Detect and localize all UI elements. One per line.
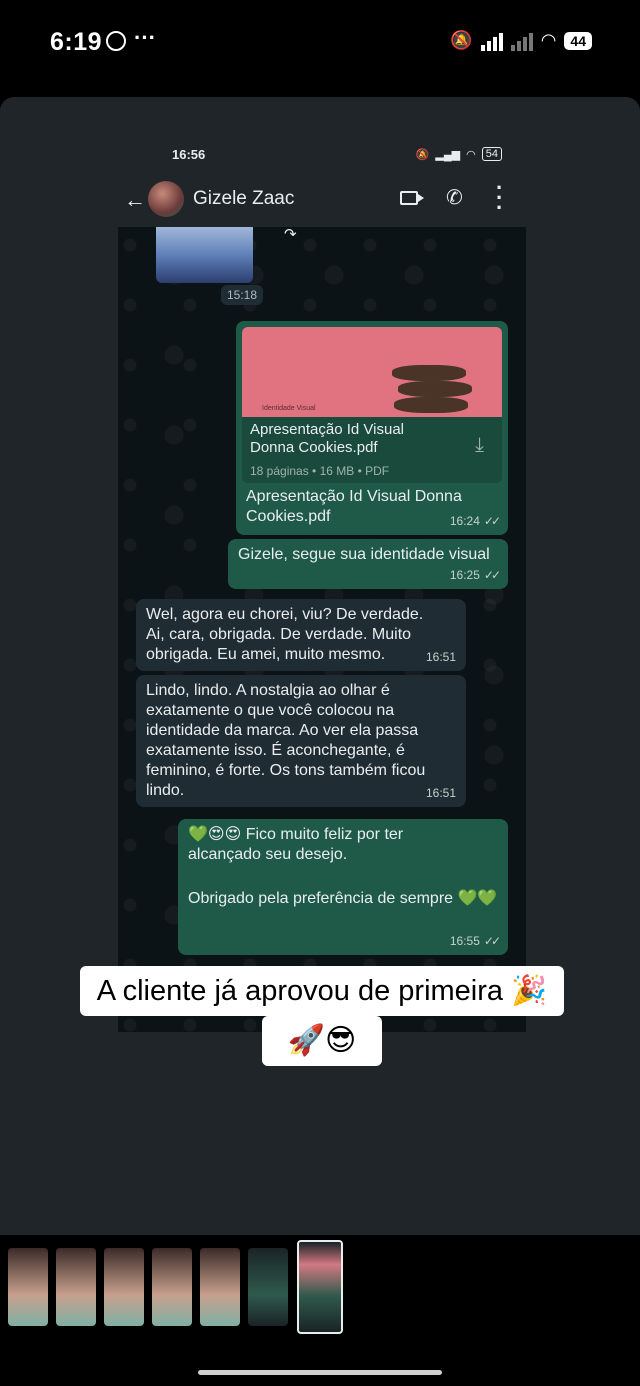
- message-time: 16:51: [425, 786, 456, 800]
- story-caption-line2: 🚀😎: [287, 1024, 357, 1057]
- inner-status-icons: 🔕 ▂▄▆ ◠ 54: [416, 147, 502, 161]
- double-check-icon: ✓✓: [483, 568, 501, 582]
- story-thumbnails: [0, 1240, 640, 1340]
- status-icons: 🔕 ◠ 44: [450, 30, 592, 51]
- home-indicator[interactable]: [198, 1370, 442, 1375]
- double-check-icon: ✓✓: [483, 514, 501, 528]
- story-caption[interactable]: A cliente já aprovou de primeira 🎉: [80, 966, 564, 1016]
- document-preview[interactable]: Identidade Visual: [242, 327, 502, 417]
- more-notifications-icon: ···: [134, 25, 156, 50]
- back-arrow-icon[interactable]: ←: [124, 187, 146, 213]
- status-time: 6:19: [50, 28, 103, 56]
- document-card[interactable]: Apresentação Id Visual Donna Cookies.pdf…: [242, 417, 502, 483]
- double-check-icon: ✓✓: [483, 934, 501, 948]
- inner-battery-icon: 54: [481, 147, 502, 161]
- image-message-time: 15:18: [221, 285, 264, 305]
- message-text: Wel, agora eu chorei, viu? De verdade. A…: [146, 606, 424, 663]
- forward-icon[interactable]: ↷: [284, 227, 297, 243]
- inner-wifi-icon: ◠: [466, 148, 476, 161]
- inner-screenshot-header: 16:56 🔕 ▂▄▆ ◠ 54 ← Gizele Zaac ✆ · · ·: [118, 137, 528, 227]
- message-time: 16:24 ✓✓: [450, 511, 501, 531]
- mute-icon: 🔕: [450, 30, 473, 50]
- story-caption-emoji[interactable]: 🚀😎: [262, 1016, 382, 1066]
- chat-area[interactable]: ↷ 15:18 Identidade Visual Apresentação I…: [118, 227, 526, 1032]
- story-thumbnail[interactable]: [152, 1248, 192, 1326]
- contact-name[interactable]: Gizele Zaac: [193, 188, 294, 210]
- inner-status-bar: 16:56 🔕 ▂▄▆ ◠ 54: [118, 145, 528, 167]
- story-stage[interactable]: 16:56 🔕 ▂▄▆ ◠ 54 ← Gizele Zaac ✆ · · · ↷ 1…: [0, 97, 640, 1235]
- phone-icon[interactable]: ✆: [446, 185, 463, 210]
- outgoing-message[interactable]: 💚😍😍 Fico muito feliz por ter alcançado s…: [178, 819, 508, 955]
- phone-status-bar: 6:19 ··· 🔕 ◠ 44: [0, 0, 640, 90]
- document-meta: 18 páginas • 16 MB • PDF: [250, 464, 390, 478]
- message-text: Gizele, segue sua identidade visual: [238, 546, 490, 563]
- message-text: Lindo, lindo. A nostalgia ao olhar é exa…: [146, 682, 426, 799]
- story-thumbnail[interactable]: [200, 1248, 240, 1326]
- document-preview-label: Identidade Visual: [262, 405, 316, 412]
- inner-mute-icon: 🔕: [415, 148, 430, 161]
- story-thumbnail-selected[interactable]: [297, 1240, 343, 1334]
- cookie-image: [394, 397, 468, 413]
- message-text: Obrigado pela preferência de sempre 💚💚: [188, 890, 498, 907]
- message-time: 16:55 ✓✓: [450, 931, 501, 951]
- more-vert-icon[interactable]: · · ·: [496, 177, 503, 219]
- signal-icon: [480, 31, 503, 51]
- wifi-icon: ◠: [540, 30, 557, 50]
- inner-signal-icon: ▂▄▆: [435, 148, 461, 161]
- story-thumbnail[interactable]: [56, 1248, 96, 1326]
- image-message-thumbnail[interactable]: [156, 227, 253, 283]
- signal-2-icon: [510, 31, 533, 51]
- cookie-image: [392, 365, 466, 381]
- download-icon[interactable]: ⤓: [475, 435, 484, 455]
- document-message[interactable]: Identidade Visual Apresentação Id Visual…: [236, 321, 508, 535]
- avatar[interactable]: [148, 181, 184, 217]
- inner-status-time: 16:56: [172, 147, 206, 162]
- message-text: 💚😍😍 Fico muito feliz por ter alcançado s…: [188, 826, 404, 863]
- outgoing-message[interactable]: Gizele, segue sua identidade visual 16:2…: [228, 539, 508, 589]
- battery-icon: 44: [564, 31, 592, 50]
- story-thumbnail[interactable]: [8, 1248, 48, 1326]
- chat-header: ← Gizele Zaac ✆ · · ·: [118, 175, 528, 225]
- incoming-message[interactable]: Wel, agora eu chorei, viu? De verdade. A…: [136, 599, 466, 671]
- cookie-image: [398, 381, 472, 397]
- message-time: 16:51: [425, 650, 456, 664]
- story-thumbnail[interactable]: [248, 1248, 288, 1326]
- message-time: 16:25 ✓✓: [450, 565, 501, 585]
- incoming-message[interactable]: Lindo, lindo. A nostalgia ao olhar é exa…: [136, 675, 466, 807]
- story-thumbnail[interactable]: [104, 1248, 144, 1326]
- whatsapp-icon: [106, 31, 126, 51]
- video-call-icon[interactable]: [400, 191, 424, 205]
- story-caption-line1: A cliente já aprovou de primeira 🎉: [96, 975, 548, 1007]
- document-title: Apresentação Id Visual Donna Cookies.pdf: [250, 421, 404, 456]
